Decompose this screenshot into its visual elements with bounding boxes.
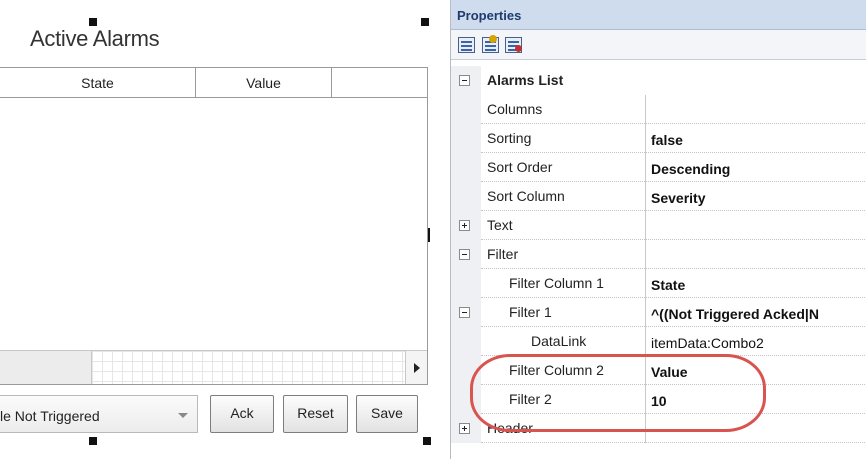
collapse-icon[interactable]: [459, 75, 470, 86]
alarms-list-header: State Value: [0, 68, 427, 98]
property-row[interactable]: Filter: [451, 240, 866, 269]
property-name: Sort Order: [487, 159, 553, 175]
column-header-state[interactable]: State: [0, 68, 196, 98]
reset-button[interactable]: Reset: [283, 395, 348, 433]
property-value-cell[interactable]: [645, 211, 866, 240]
property-name: Filter: [487, 246, 519, 262]
row-gutter: [451, 95, 481, 124]
column-header-value[interactable]: Value: [196, 68, 332, 98]
categorized-view-icon[interactable]: [458, 37, 475, 53]
horizontal-scrollbar[interactable]: [0, 350, 427, 384]
property-row[interactable]: Sort Column Severity: [451, 182, 866, 211]
collapse-icon[interactable]: [459, 249, 470, 260]
ack-button[interactable]: Ack: [210, 395, 274, 433]
property-row[interactable]: Text: [451, 211, 866, 240]
property-name: Filter 1: [509, 304, 552, 320]
property-name: Sorting: [487, 130, 532, 146]
property-row[interactable]: Sorting false: [451, 124, 866, 153]
scrollbar-thumb[interactable]: [0, 351, 92, 384]
alarms-list[interactable]: State Value: [0, 67, 428, 385]
property-name: Text: [487, 217, 513, 233]
save-button[interactable]: Save: [356, 395, 418, 433]
property-name: Alarms List: [487, 72, 564, 88]
property-name: Sort Column: [487, 188, 565, 204]
properties-toolbar: [451, 30, 866, 60]
property-name-cell: [481, 298, 645, 327]
property-value[interactable]: false: [651, 124, 866, 153]
property-value-cell[interactable]: [645, 240, 866, 269]
property-value[interactable]: ^((Not Triggered Acked|N: [651, 298, 866, 327]
property-name: DataLink: [531, 333, 587, 349]
row-gutter: [451, 153, 481, 182]
property-row[interactable]: DataLink itemData:Combo2: [451, 327, 866, 356]
property-value[interactable]: Severity: [651, 182, 866, 211]
property-row[interactable]: Filter 1 ^((Not Triggered Acked|N: [451, 298, 866, 327]
property-row[interactable]: Alarms List: [451, 66, 866, 95]
properties-title: Properties: [457, 8, 522, 23]
collapse-icon[interactable]: [459, 307, 470, 318]
property-name: Columns: [487, 101, 543, 117]
property-value[interactable]: Descending: [651, 153, 866, 182]
selection-handle[interactable]: [421, 18, 429, 26]
expand-icon[interactable]: [459, 423, 470, 434]
property-value[interactable]: State: [651, 269, 866, 298]
properties-header: Properties: [451, 0, 866, 30]
row-gutter: [451, 269, 481, 298]
scrollbar-track[interactable]: [92, 351, 405, 384]
page-title: Active Alarms: [30, 26, 160, 51]
chevron-down-icon[interactable]: [178, 413, 188, 418]
combo-selected-value: le Not Triggered: [0, 408, 100, 424]
filter-combo-box[interactable]: le Not Triggered: [0, 395, 198, 433]
row-gutter: [451, 327, 481, 356]
property-row[interactable]: Filter Column 1 State: [451, 269, 866, 298]
designer-canvas: Active Alarms State Value le Not Trigger…: [0, 0, 440, 459]
property-value-cell[interactable]: [645, 95, 866, 124]
property-row[interactable]: Sort Order Descending: [451, 153, 866, 182]
property-row[interactable]: Columns: [451, 95, 866, 124]
selection-handle[interactable]: [89, 18, 97, 26]
row-gutter: [451, 182, 481, 211]
add-property-icon[interactable]: [482, 35, 499, 53]
expand-icon[interactable]: [459, 220, 470, 231]
row-gutter: [451, 124, 481, 153]
selection-handle[interactable]: [89, 437, 97, 445]
scroll-right-arrow-icon[interactable]: [405, 351, 427, 384]
property-name: Filter Column 1: [509, 275, 604, 291]
property-pages-icon[interactable]: [505, 37, 522, 53]
selection-handle[interactable]: [423, 437, 431, 445]
highlight-annotation: [470, 354, 766, 432]
property-value[interactable]: itemData:Combo2: [651, 327, 866, 356]
